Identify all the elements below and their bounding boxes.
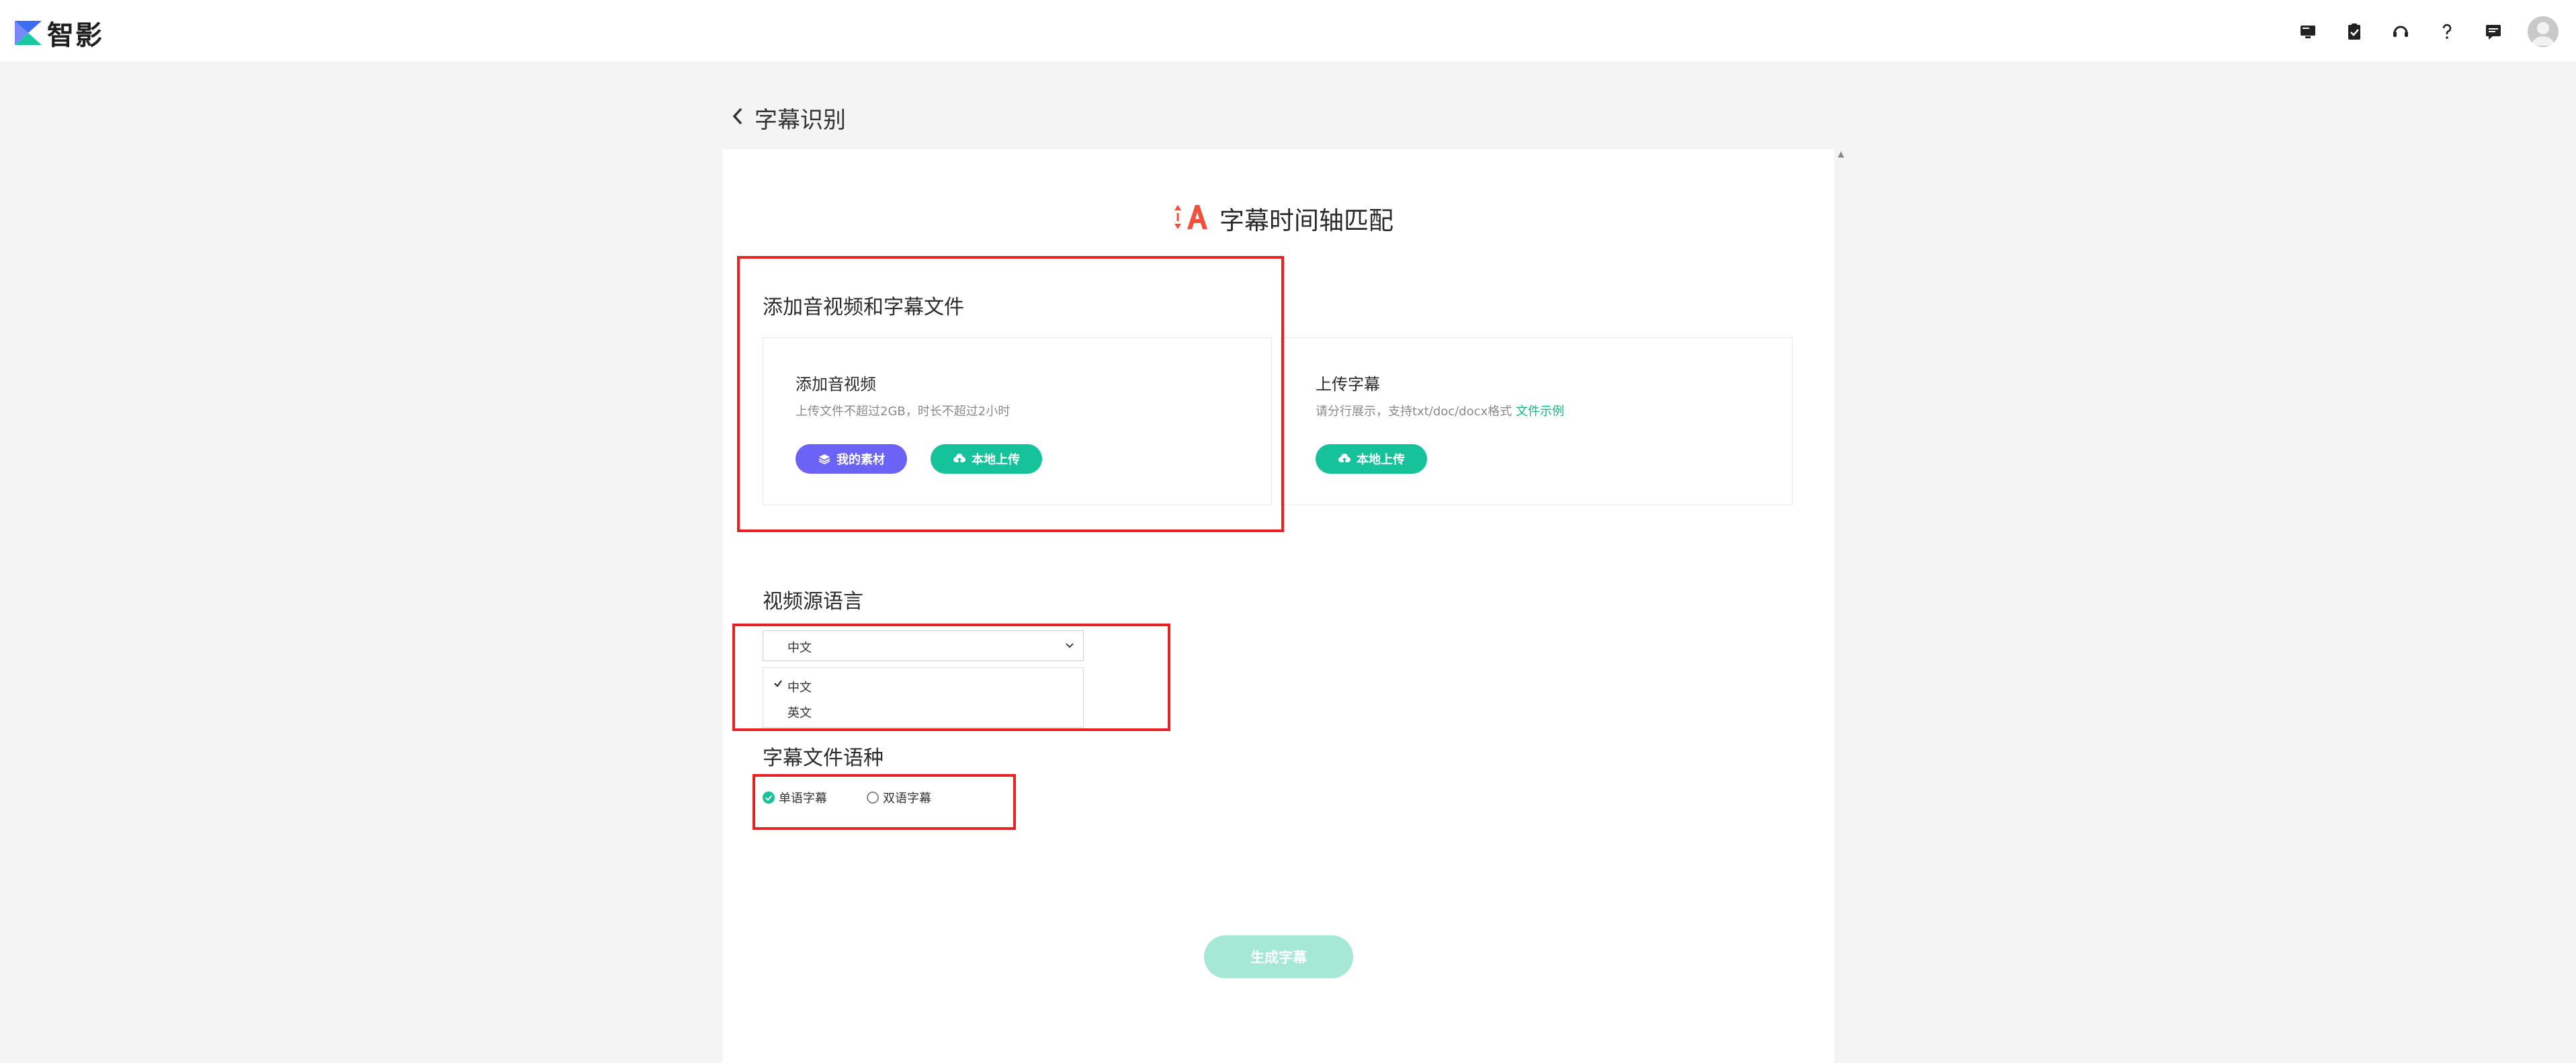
subtitle-feature-icon — [1172, 201, 1211, 236]
subtitle-upload-box — [1281, 337, 1793, 505]
cloud-upload-icon — [1338, 454, 1350, 462]
layers-icon — [818, 454, 830, 465]
add-files-label: 添加音视频和字幕文件 — [763, 296, 964, 319]
subtitle-upload-desc: 请分行展示，支持txt/doc/docx格式 文件示例 — [1316, 402, 1564, 419]
app-logo[interactable]: 智影 — [13, 17, 103, 51]
generate-subtitle-button[interactable]: 生成字幕 — [1204, 935, 1353, 978]
source-language-label: 视频源语言 — [763, 590, 863, 613]
scroll-up-icon[interactable]: ▲ — [1836, 149, 1846, 159]
media-upload-box — [763, 337, 1272, 505]
radio-bilingual-label: 双语字幕 — [883, 792, 931, 806]
page-title: 字幕识别 — [755, 106, 846, 134]
avatar[interactable] — [2528, 16, 2559, 47]
main-card — [722, 149, 1834, 1063]
subtitle-local-upload-label: 本地上传 — [1357, 453, 1405, 467]
radio-unchecked-icon — [867, 792, 879, 804]
feature-heading: 字幕时间轴匹配 — [1172, 200, 1393, 237]
feature-title: 字幕时间轴匹配 — [1219, 206, 1393, 235]
subtitle-upload-title: 上传字幕 — [1316, 375, 1380, 394]
clipboard-check-icon[interactable] — [2344, 22, 2364, 42]
chevron-down-icon — [1066, 643, 1074, 648]
headset-icon[interactable] — [2391, 22, 2411, 42]
media-local-upload-label: 本地上传 — [972, 453, 1020, 467]
subtitle-lang-type-label: 字幕文件语种 — [763, 747, 884, 770]
language-option-chinese[interactable]: 中文 — [763, 672, 1083, 697]
back-nav[interactable]: 字幕识别 — [729, 101, 846, 134]
file-example-link[interactable]: 文件示例 — [1516, 405, 1564, 419]
top-bar: 智影 — [0, 0, 2576, 62]
language-option-english[interactable]: 英文 — [763, 697, 1083, 723]
source-language-value: 中文 — [787, 641, 812, 655]
logo-icon — [15, 21, 42, 45]
source-language-dropdown: 中文 英文 — [763, 667, 1084, 728]
monitor-icon[interactable] — [2298, 22, 2318, 42]
chevron-left-icon[interactable] — [729, 105, 746, 130]
check-icon — [774, 680, 782, 687]
radio-checked-icon — [763, 792, 775, 804]
my-assets-label: 我的素材 — [836, 453, 885, 467]
media-upload-title: 添加音视频 — [796, 375, 876, 394]
source-language-select[interactable]: 中文 — [763, 630, 1084, 661]
my-assets-button[interactable]: 我的素材 — [796, 444, 907, 474]
cloud-upload-icon — [953, 454, 965, 462]
language-option-label: 中文 — [787, 681, 812, 695]
radio-single-language-label: 单语字幕 — [779, 792, 827, 806]
help-icon[interactable] — [2437, 22, 2457, 42]
radio-single-language[interactable]: 单语字幕 — [763, 789, 827, 806]
radio-bilingual[interactable]: 双语字幕 — [867, 789, 931, 806]
media-upload-desc: 上传文件不超过2GB，时长不超过2小时 — [796, 405, 1011, 419]
language-option-label: 英文 — [787, 706, 812, 720]
subtitle-local-upload-button[interactable]: 本地上传 — [1316, 444, 1427, 474]
media-local-upload-button[interactable]: 本地上传 — [931, 444, 1042, 474]
app-name: 智影 — [47, 20, 103, 51]
message-icon[interactable] — [2483, 22, 2503, 42]
subtitle-upload-desc-text: 请分行展示，支持txt/doc/docx格式 — [1316, 405, 1512, 419]
